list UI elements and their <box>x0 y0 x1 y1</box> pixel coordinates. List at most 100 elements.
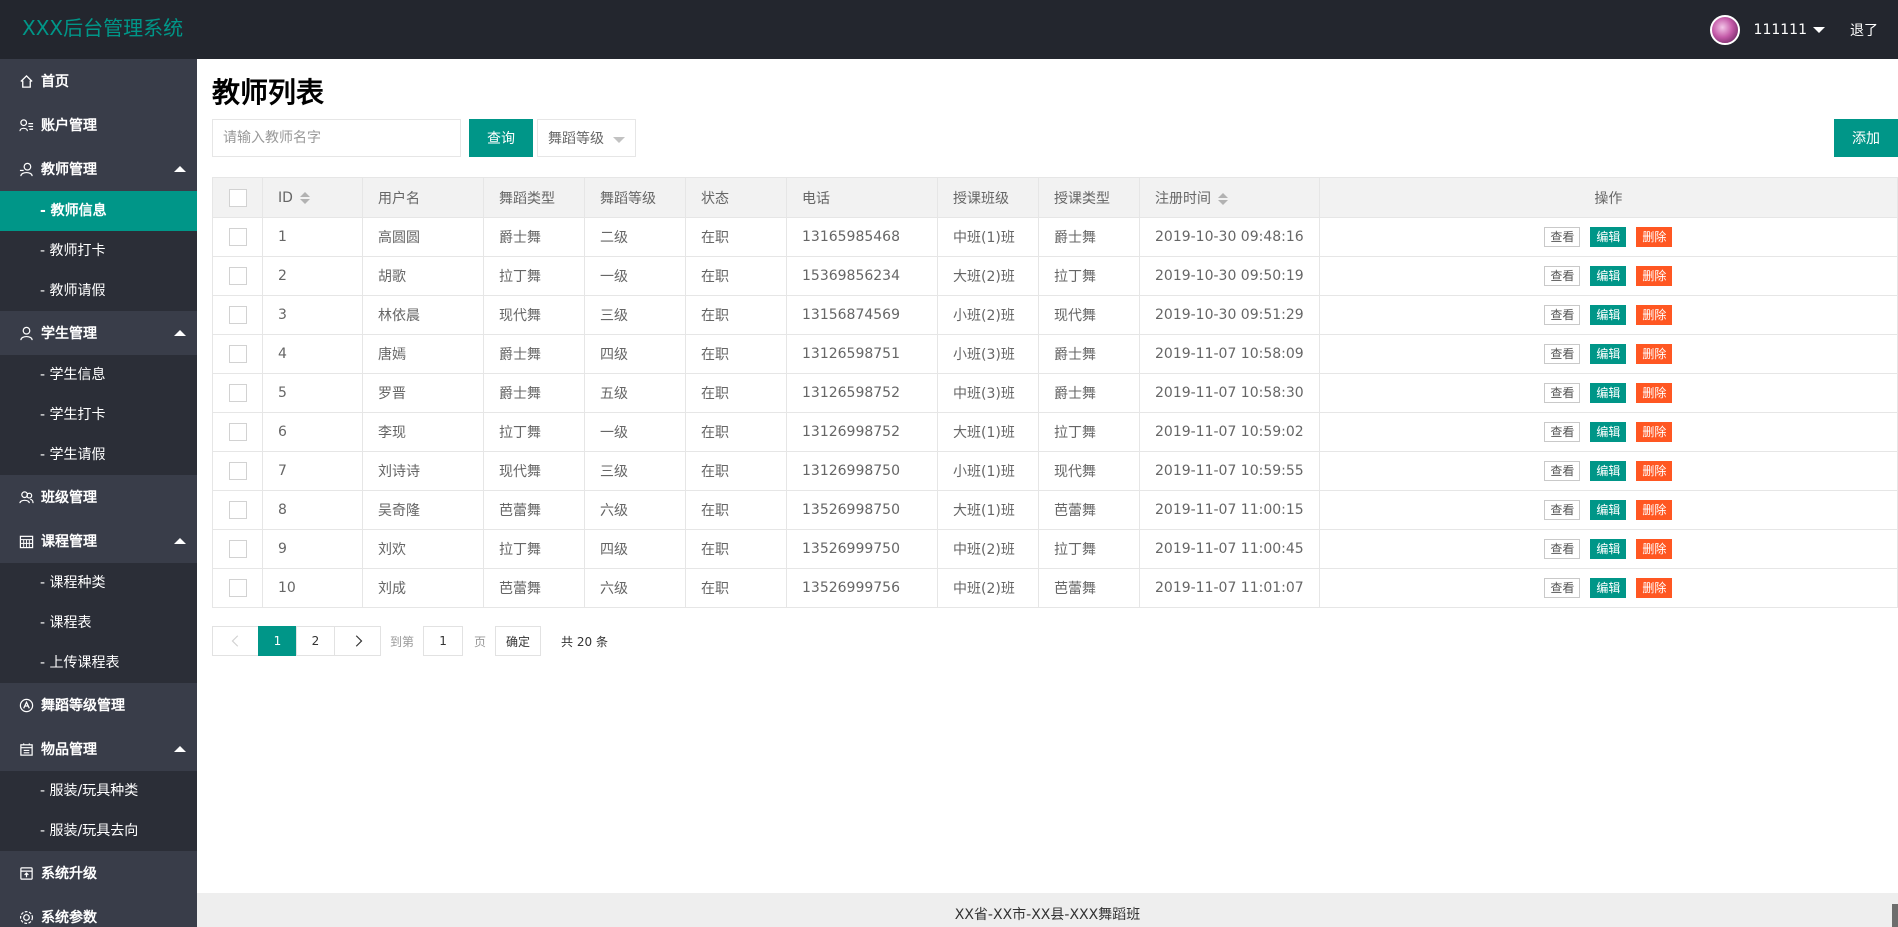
edit-button[interactable]: 编辑 <box>1590 344 1627 364</box>
delete-button[interactable]: 删除 <box>1636 383 1673 403</box>
row-select-cell <box>212 256 263 296</box>
view-button[interactable]: 查看 <box>1544 500 1581 520</box>
edit-button[interactable]: 编辑 <box>1590 539 1627 559</box>
view-button[interactable]: 查看 <box>1544 422 1581 442</box>
sidebar-item-student-info[interactable]: - 学生信息 <box>0 355 197 395</box>
edit-button[interactable]: 编辑 <box>1590 227 1627 247</box>
view-button[interactable]: 查看 <box>1544 578 1581 598</box>
sidebar-item-goods-types[interactable]: - 服装/玩具种类 <box>0 771 197 811</box>
sidebar-item-upgrade[interactable]: 系统升级 <box>0 851 197 895</box>
row-checkbox[interactable] <box>228 501 247 519</box>
sidebar-item-teacher-leave[interactable]: - 教师请假 <box>0 271 197 311</box>
row-checkbox[interactable] <box>228 267 247 285</box>
cell-teach-type: 现代舞 <box>1038 295 1140 335</box>
cell-dance-level: 四级 <box>584 529 686 569</box>
sidebar-item-course-schedule[interactable]: - 课程表 <box>0 603 197 643</box>
sidebar-item-students[interactable]: 学生管理 <box>0 311 197 355</box>
sidebar-item-home[interactable]: 首页 <box>0 59 197 103</box>
sidebar-item-upload-schedule[interactable]: - 上传课程表 <box>0 643 197 683</box>
teacher-name-search-input[interactable] <box>212 119 461 157</box>
sidebar-item-goods[interactable]: 物品管理 <box>0 727 197 771</box>
edit-button[interactable]: 编辑 <box>1590 383 1627 403</box>
sidebar-item-accounts[interactable]: 账户管理 <box>0 103 197 147</box>
column-header-register-time[interactable]: 注册时间 <box>1139 177 1320 218</box>
chevron-down-icon[interactable] <box>1813 26 1825 33</box>
prev-page-button[interactable] <box>212 626 259 656</box>
goto-confirm-button[interactable]: 确定 <box>495 626 542 656</box>
sort-icon[interactable] <box>299 191 310 204</box>
sidebar-item-student-leave[interactable]: - 学生请假 <box>0 435 197 475</box>
view-button[interactable]: 查看 <box>1544 227 1581 247</box>
scroll-handle[interactable] <box>1892 904 1898 927</box>
view-button[interactable]: 查看 <box>1544 539 1581 559</box>
cell-id: 7 <box>262 451 363 491</box>
cell-register-time: 2019-11-07 10:58:30 <box>1139 373 1320 413</box>
chevron-up-icon <box>174 746 186 752</box>
edit-button[interactable]: 编辑 <box>1590 578 1627 598</box>
page-button-2[interactable]: 2 <box>296 626 335 656</box>
edit-button[interactable]: 编辑 <box>1590 461 1627 481</box>
row-checkbox[interactable] <box>228 579 247 597</box>
cell-dance-type: 拉丁舞 <box>483 529 585 569</box>
sidebar-item-settings[interactable]: 系统参数 <box>0 895 197 927</box>
delete-button[interactable]: 删除 <box>1636 227 1673 247</box>
cell-dance-type: 爵士舞 <box>483 334 585 374</box>
sidebar-item-teacher-checkin[interactable]: - 教师打卡 <box>0 231 197 271</box>
edit-button[interactable]: 编辑 <box>1590 266 1627 286</box>
row-checkbox[interactable] <box>228 540 247 558</box>
avatar[interactable] <box>1709 14 1740 45</box>
delete-button[interactable]: 删除 <box>1636 539 1673 559</box>
row-checkbox[interactable] <box>228 306 247 324</box>
edit-button[interactable]: 编辑 <box>1590 305 1627 325</box>
table-row: 10 刘成 芭蕾舞 六级 在职 13526999756 中班(2)班 芭蕾舞 2019-11-0… <box>212 568 1898 608</box>
cell-status: 在职 <box>685 529 787 569</box>
view-button[interactable]: 查看 <box>1544 305 1581 325</box>
cell-register-time: 2019-10-30 09:48:16 <box>1139 217 1320 257</box>
cell-id: 2 <box>262 256 363 296</box>
delete-button[interactable]: 删除 <box>1636 500 1673 520</box>
sidebar-item-teachers[interactable]: 教师管理 <box>0 147 197 191</box>
row-checkbox[interactable] <box>228 228 247 246</box>
dance-level-select[interactable]: 舞蹈等级 <box>537 119 636 157</box>
sort-icon[interactable] <box>1218 192 1228 205</box>
sidebar-item-courses[interactable]: 课程管理 <box>0 519 197 563</box>
sidebar-item-teacher-info[interactable]: - 教师信息 <box>0 191 197 231</box>
delete-button[interactable]: 删除 <box>1636 461 1673 481</box>
add-button[interactable]: 添加 <box>1834 119 1898 157</box>
select-all-checkbox[interactable] <box>228 188 247 207</box>
sidebar-item-goods-destination[interactable]: - 服装/玩具去向 <box>0 811 197 851</box>
row-checkbox[interactable] <box>228 462 247 480</box>
delete-button[interactable]: 删除 <box>1636 266 1673 286</box>
logout-link[interactable]: 退了 <box>1850 20 1878 40</box>
delete-button[interactable]: 删除 <box>1636 305 1673 325</box>
view-button[interactable]: 查看 <box>1544 461 1581 481</box>
goto-page-input[interactable] <box>423 626 464 656</box>
next-page-button[interactable] <box>334 626 381 656</box>
view-button[interactable]: 查看 <box>1544 383 1581 403</box>
cell-class: 中班(3)班 <box>937 373 1039 413</box>
row-checkbox[interactable] <box>228 345 247 363</box>
cell-actions: 查看 编辑 删除 <box>1318 334 1898 374</box>
page-button-1[interactable]: 1 <box>258 626 297 656</box>
cell-dance-level: 二级 <box>584 217 686 257</box>
delete-button[interactable]: 删除 <box>1636 578 1673 598</box>
sidebar-item-classes[interactable]: 班级管理 <box>0 475 197 519</box>
query-button[interactable]: 查询 <box>469 119 533 157</box>
row-checkbox[interactable] <box>228 423 247 441</box>
cell-register-time: 2019-10-30 09:50:19 <box>1139 256 1320 296</box>
column-header-id[interactable]: ID <box>262 177 363 218</box>
sidebar-item-course-types[interactable]: - 课程种类 <box>0 563 197 603</box>
sidebar-item-dance-levels[interactable]: 舞蹈等级管理 <box>0 683 197 727</box>
delete-button[interactable]: 删除 <box>1636 344 1673 364</box>
delete-button[interactable]: 删除 <box>1636 422 1673 442</box>
row-checkbox[interactable] <box>228 384 247 402</box>
edit-button[interactable]: 编辑 <box>1590 500 1627 520</box>
cell-teach-type: 芭蕾舞 <box>1038 568 1140 608</box>
group-icon <box>18 489 34 505</box>
sidebar-item-student-checkin[interactable]: - 学生打卡 <box>0 395 197 435</box>
view-button[interactable]: 查看 <box>1544 344 1581 364</box>
username[interactable]: 111111 <box>1754 22 1807 38</box>
view-button[interactable]: 查看 <box>1544 266 1581 286</box>
edit-button[interactable]: 编辑 <box>1590 422 1627 442</box>
app-logo[interactable]: XXX后台管理系统 <box>22 15 183 41</box>
